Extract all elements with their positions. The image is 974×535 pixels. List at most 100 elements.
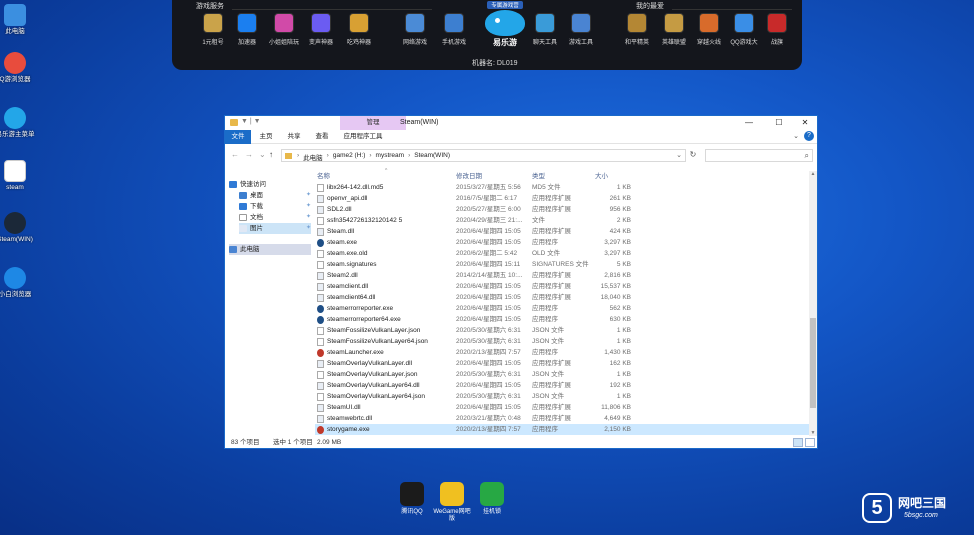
file-row[interactable]: SteamFossilizeVulkanLayer.json 2020/5/30/… bbox=[315, 325, 811, 336]
launcher-item[interactable]: 加速器 bbox=[230, 13, 264, 46]
address-bar[interactable]: › 此电脑 › game2 (H:) › mystream › Steam(WI… bbox=[281, 149, 686, 162]
launcher-item[interactable]: 英雄联盟 bbox=[657, 13, 691, 46]
launcher-item[interactable]: 游戏工具 bbox=[564, 13, 598, 46]
nav-item-label: 文档 bbox=[250, 214, 263, 221]
minimize-button[interactable]: — bbox=[735, 116, 763, 130]
desktop-icon bbox=[239, 192, 247, 199]
breadcrumb-steam[interactable]: Steam(WIN) bbox=[414, 152, 450, 162]
file-row[interactable]: steamclient.dll 2020/6/4/星期四 15:05 应用程序扩展 1… bbox=[315, 281, 811, 292]
file-size: 18,040 KB bbox=[600, 294, 631, 301]
recent-locations-button[interactable]: ⌄ bbox=[259, 150, 266, 159]
desktop-icon[interactable]: Q游浏览器 bbox=[0, 52, 31, 84]
desktop-icon[interactable]: 小白浏览器 bbox=[0, 267, 31, 299]
dll-icon bbox=[317, 360, 324, 368]
close-button[interactable]: ✕ bbox=[791, 116, 819, 130]
launcher-item[interactable]: 手机游戏 bbox=[437, 13, 471, 46]
search-input[interactable]: ⌕ bbox=[705, 149, 813, 162]
launcher-item[interactable]: 吃鸡神器 bbox=[342, 13, 376, 46]
file-row[interactable]: SteamOverlayVulkanLayer.dll 2020/6/4/星期四 … bbox=[315, 358, 811, 369]
file-date: 2020/2/13/星期四 7:57 bbox=[456, 426, 521, 433]
nav-item-pc[interactable]: 此电脑 bbox=[229, 244, 311, 255]
launcher-item[interactable]: QQ游戏大 bbox=[727, 13, 761, 46]
vertical-scrollbar[interactable]: ▲ ▼ bbox=[809, 171, 817, 436]
dock-item[interactable]: WeGame网吧版 bbox=[432, 482, 472, 523]
file-row[interactable]: steamerrorreporter.exe 2020/6/4/星期四 15:05… bbox=[315, 303, 811, 314]
file-row[interactable]: steam.exe 2020/6/4/星期四 15:05 应用程序 3,297 KB bbox=[315, 237, 811, 248]
desktop-icon[interactable]: 易乐游主菜单 bbox=[0, 107, 35, 139]
help-icon[interactable]: ? bbox=[804, 131, 814, 141]
chevron-down-icon[interactable]: ⌄ bbox=[676, 151, 682, 159]
desktop-icon[interactable]: 此电脑 bbox=[0, 4, 30, 36]
back-button[interactable]: ← bbox=[231, 150, 239, 159]
tab-view[interactable]: 查看 bbox=[309, 130, 335, 144]
file-row[interactable]: storygame.exe 2020/2/13/星期四 7:57 应用程序 2,150… bbox=[315, 424, 811, 435]
file-row[interactable]: steamwebrtc.dll 2020/3/21/星期六 0:48 应用程序扩展 4… bbox=[315, 413, 811, 424]
file-row[interactable]: openvr_api.dll 2016/7/5/星期二 6:17 应用程序扩展 261… bbox=[315, 193, 811, 204]
file-row[interactable]: SteamOverlayVulkanLayer64.dll 2020/6/4/星期… bbox=[315, 380, 811, 391]
file-size: 261 KB bbox=[609, 195, 631, 202]
nav-item-star[interactable]: 快速访问 bbox=[229, 179, 311, 190]
file-row[interactable]: SteamOverlayVulkanLayer64.json 2020/5/30/… bbox=[315, 391, 811, 402]
nav-item-doc[interactable]: 文档 ✦ bbox=[239, 212, 311, 223]
dock-item-label: WeGame网吧版 bbox=[433, 509, 471, 522]
nav-item-pic[interactable]: 图片 ✦ bbox=[239, 223, 311, 234]
file-row[interactable]: SDL2.dll 2020/5/27/星期三 6:00 应用程序扩展 956 KB bbox=[315, 204, 811, 215]
yileyou-logo[interactable]: 专属游戏营 易乐游 bbox=[474, 0, 536, 58]
tab-app-tools[interactable]: 应用程序工具 bbox=[339, 130, 387, 144]
file-row[interactable]: Steam2.dll 2014/2/14/星期五 10:... 应用程序扩展 2,81… bbox=[315, 270, 811, 281]
context-tab-manage[interactable]: 管理 bbox=[340, 116, 406, 130]
file-row[interactable]: SteamFossilizeVulkanLayer64.json 2020/5/3… bbox=[315, 336, 811, 347]
tab-share[interactable]: 共享 bbox=[281, 130, 307, 144]
file-date: 2020/5/30/星期六 6:31 bbox=[456, 393, 521, 400]
maximize-button[interactable]: ☐ bbox=[765, 116, 793, 130]
file-row[interactable]: SteamOverlayVulkanLayer.json 2020/5/30/星期… bbox=[315, 369, 811, 380]
column-type[interactable]: 类型 bbox=[532, 171, 545, 182]
dock-item[interactable]: 挂机锁 bbox=[472, 482, 512, 516]
launcher-item[interactable]: 和平精英 bbox=[620, 13, 654, 46]
desktop-icon[interactable]: Steam(WIN) bbox=[0, 212, 33, 244]
scroll-thumb[interactable] bbox=[810, 318, 816, 408]
scroll-up-icon[interactable]: ▲ bbox=[809, 171, 817, 177]
file-size: 15,537 KB bbox=[600, 283, 631, 290]
launcher-item[interactable]: 战旗 bbox=[760, 13, 794, 46]
launcher-item[interactable]: 1元租号 bbox=[196, 13, 230, 46]
file-row[interactable]: steamerrorreporter64.exe 2020/6/4/星期四 15:… bbox=[315, 314, 811, 325]
expand-ribbon-icon[interactable]: ⌄ bbox=[793, 132, 799, 140]
desktop-icon[interactable]: steam bbox=[0, 160, 30, 192]
file-date: 2020/6/4/星期四 15:11 bbox=[456, 261, 521, 268]
file-row[interactable]: steamclient64.dll 2020/6/4/星期四 15:05 应用程序扩… bbox=[315, 292, 811, 303]
file-row[interactable]: SteamUI.dll 2020/6/4/星期四 15:05 应用程序扩展 11,80… bbox=[315, 402, 811, 413]
column-size[interactable]: 大小 bbox=[595, 171, 608, 182]
column-date[interactable]: 修改日期 bbox=[456, 171, 482, 182]
large-icons-view-icon[interactable] bbox=[805, 438, 815, 447]
launcher-item[interactable]: 变声神器 bbox=[304, 13, 338, 46]
launcher-item[interactable]: 穿越火线 bbox=[692, 13, 726, 46]
forward-button[interactable]: → bbox=[245, 150, 253, 159]
file-row[interactable]: steamLauncher.exe 2020/2/13/星期四 7:57 应用程序 1… bbox=[315, 347, 811, 358]
file-row[interactable]: libx264-142.dll.md5 2015/3/27/星期五 5:56 MD5… bbox=[315, 182, 811, 193]
refresh-icon[interactable]: ↻ bbox=[687, 150, 699, 162]
launcher-item[interactable]: 小姐姐陪玩 bbox=[267, 13, 301, 46]
up-button[interactable]: ↑ bbox=[269, 150, 273, 159]
file-row[interactable]: steam.signatures 2020/6/4/星期四 15:11 SIGNAT… bbox=[315, 259, 811, 270]
tab-file[interactable]: 文件 bbox=[225, 130, 251, 144]
nav-item-desktop[interactable]: 桌面 ✦ bbox=[239, 190, 311, 201]
file-row[interactable]: steam.exe.old 2020/6/2/星期二 5:42 OLD 文件 3,29… bbox=[315, 248, 811, 259]
dock-item[interactable]: 腾讯QQ bbox=[392, 482, 432, 516]
breadcrumb-pc[interactable]: 此电脑 bbox=[303, 152, 323, 162]
dll-icon bbox=[317, 382, 324, 390]
quick-access-toolbar[interactable]: ▼ | ▼ bbox=[241, 118, 261, 125]
title-bar[interactable]: ▼ | ▼ 管理 Steam(WIN) — ☐ ✕ bbox=[225, 116, 817, 130]
scroll-down-icon[interactable]: ▼ bbox=[809, 430, 817, 436]
nav-item-download[interactable]: 下载 ✦ bbox=[239, 201, 311, 212]
launcher-item-label: 变声神器 bbox=[308, 40, 333, 46]
column-name[interactable]: 名称 bbox=[317, 171, 330, 182]
file-row[interactable]: Steam.dll 2020/6/4/星期四 15:05 应用程序扩展 424 KB bbox=[315, 226, 811, 237]
launcher-item-label: 战旗 bbox=[770, 40, 783, 46]
launcher-item[interactable]: 网络游戏 bbox=[398, 13, 432, 46]
breadcrumb-mystream[interactable]: mystream bbox=[376, 152, 405, 162]
details-view-icon[interactable] bbox=[793, 438, 803, 447]
tab-home[interactable]: 主页 bbox=[253, 130, 279, 144]
file-row[interactable]: ssfn3542726132120142 5 2020/4/29/星期三 21:.… bbox=[315, 215, 811, 226]
breadcrumb-drive[interactable]: game2 (H:) bbox=[333, 152, 366, 162]
